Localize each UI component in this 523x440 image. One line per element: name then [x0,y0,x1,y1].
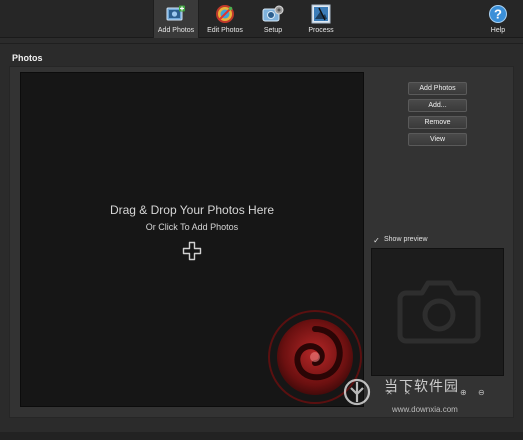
section-title: Photos [12,53,43,63]
show-preview-label[interactable]: Show preview [384,236,428,243]
drop-zone-sub-text: Or Click To Add Photos [145,222,239,232]
toolbar-edit-photos-button[interactable]: Edit Photos [202,0,248,38]
preview-pane [371,248,504,376]
photo-drop-zone[interactable]: Drag & Drop Your Photos Here Or Click To… [20,72,364,407]
drop-zone-main-text: Drag & Drop Your Photos Here [109,203,275,217]
remove-button[interactable]: Remove [408,116,467,129]
process-icon [310,3,332,25]
watermark-url: www.downxia.com [392,405,458,414]
status-strip [0,432,523,440]
toolbar: Add Photos Edit Photos Setup Process ? H… [0,0,523,38]
toolbar-setup-button[interactable]: Setup [251,0,295,38]
edit-photos-icon [214,3,236,25]
section-divider [0,43,523,44]
show-preview-checkbox[interactable]: ✓ [372,236,381,245]
watermark-cn-text: 当下软件园 [384,379,459,395]
toolbar-help-label: Help [490,27,506,34]
toolbar-setup-label: Setup [263,27,283,34]
toolbar-process-label: Process [308,27,334,34]
add-photos-button[interactable]: Add Photos [408,82,467,95]
add-photos-icon [165,3,187,25]
add-button[interactable]: Add... [408,99,467,112]
toolbar-process-button[interactable]: Process [299,0,343,38]
help-icon: ? [487,3,509,25]
setup-icon [262,3,284,25]
svg-text:?: ? [494,7,502,22]
toolbar-help-button[interactable]: ? Help [477,0,519,38]
add-plus-icon [182,241,202,261]
toolbar-edit-photos-label: Edit Photos [207,27,243,34]
watermark-logo-icon [343,378,371,406]
zoom-in-icon[interactable]: ⊕ [460,388,467,397]
camera-placeholder-icon [397,280,481,344]
toolbar-add-photos-label: Add Photos [157,27,195,34]
toolbar-add-photos-button[interactable]: Add Photos [153,0,199,38]
view-button[interactable]: View [408,133,467,146]
zoom-out-icon[interactable]: ⊖ [478,388,485,397]
